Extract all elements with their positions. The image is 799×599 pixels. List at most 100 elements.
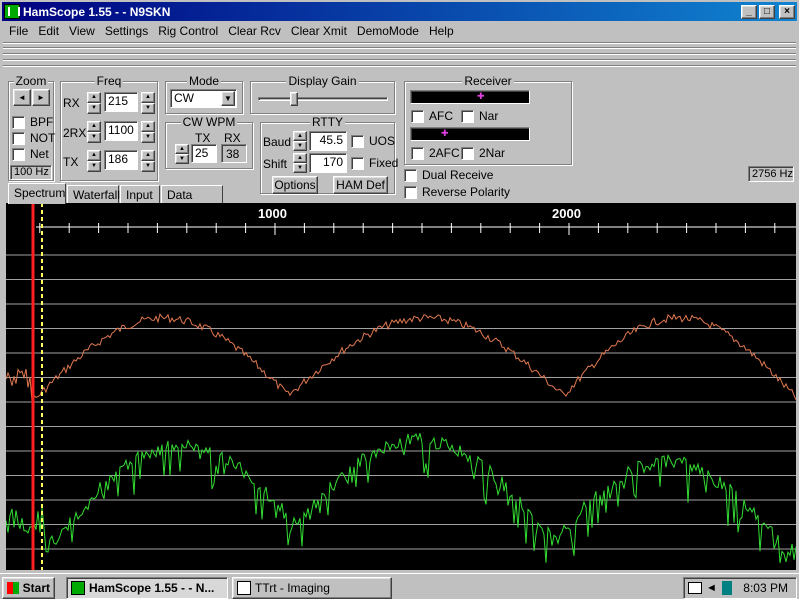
menu-help[interactable]: Help	[424, 23, 459, 41]
tx-freq-input[interactable]: 186	[104, 150, 138, 170]
menu-rig-control[interactable]: Rig Control	[153, 23, 223, 41]
dual-receive-checkbox[interactable]: Dual Receive	[404, 168, 493, 182]
gain-slider-track	[258, 97, 388, 101]
cw-rx-label: RX	[224, 131, 241, 145]
taskbar: Start HamScope 1.55 - - N... TTrt - Imag…	[0, 573, 799, 599]
frequency-scale	[36, 223, 796, 235]
tick-label-1000: 1000	[258, 206, 287, 221]
rx-spinner-right[interactable]: ▲ ▼	[141, 92, 155, 114]
rtty-label: RTTY	[309, 115, 346, 129]
tab-input[interactable]: Input	[120, 185, 160, 203]
tuning-marker-icon: ✚	[477, 91, 485, 101]
uos-checkbox[interactable]: UOS	[351, 134, 395, 148]
spectrum-trace-receiver2	[6, 432, 796, 564]
divider	[3, 59, 796, 61]
maximize-button[interactable]: □	[759, 4, 775, 19]
menu-clear-xmit[interactable]: Clear Xmit	[286, 23, 352, 41]
zoom-value: 100 Hz	[10, 165, 52, 180]
bpf-checkbox[interactable]: BPF	[12, 115, 53, 129]
menu-bar: File Edit View Settings Rig Control Clea…	[4, 23, 459, 41]
baud-input[interactable]: 45.5	[309, 131, 347, 151]
close-button[interactable]: ×	[779, 4, 795, 19]
afc-checkbox[interactable]: AFC	[411, 109, 453, 123]
rx-freq-input[interactable]: 215	[104, 92, 138, 112]
nar2-checkbox[interactable]: 2Nar	[461, 146, 505, 160]
tab-waterfall[interactable]: Waterfall	[67, 185, 120, 203]
not-checkbox[interactable]: NOT	[12, 131, 55, 145]
shift-label: Shift	[263, 157, 288, 171]
zoom-in-button[interactable]: ►	[32, 89, 50, 106]
freq-label: Freq	[94, 74, 124, 88]
menu-view[interactable]: View	[64, 23, 100, 41]
divider	[3, 53, 796, 55]
menu-settings[interactable]: Settings	[100, 23, 153, 41]
window-title: HamScope 1.55 - - N9SKN	[23, 4, 171, 19]
rx2-label: 2RX	[63, 126, 87, 140]
signal-icon[interactable]	[722, 581, 732, 595]
cw-tx-label: TX	[195, 131, 211, 145]
spectrum-trace-receiver1	[6, 312, 796, 402]
frequency-readout: 2756 Hz	[748, 166, 794, 182]
minimize-button[interactable]: _	[741, 4, 757, 19]
reverse-polarity-checkbox[interactable]: Reverse Polarity	[404, 185, 510, 199]
fixed-checkbox[interactable]: Fixed	[351, 156, 398, 170]
system-tray: ◄ 8:03 PM	[683, 577, 797, 599]
imaging-icon	[237, 581, 251, 595]
divider	[3, 65, 796, 67]
cw-rx-value: 38	[221, 144, 247, 163]
tuning-marker-icon: ✚	[441, 128, 449, 138]
rx2-spinner-left[interactable]: ▲ ▼	[87, 121, 101, 143]
hamscope-icon	[71, 581, 85, 595]
tx-spinner-left[interactable]: ▲ ▼	[87, 150, 101, 172]
volume-icon[interactable]: ◄	[706, 582, 717, 594]
display-gain-label: Display Gain	[286, 74, 359, 88]
tx-label: TX	[63, 155, 79, 169]
rx2-spinner-right[interactable]: ▲ ▼	[141, 121, 155, 143]
mode-label: Mode	[186, 74, 222, 88]
menu-demo-mode[interactable]: DemoMode	[352, 23, 424, 41]
menu-edit[interactable]: Edit	[33, 23, 64, 41]
net-checkbox[interactable]: Net	[12, 147, 49, 161]
receiver1-tuning-bar[interactable]: ✚	[410, 90, 530, 104]
clock: 8:03 PM	[743, 581, 788, 595]
ham-def-button[interactable]: HAM Def	[333, 176, 388, 194]
nar-checkbox[interactable]: Nar	[461, 109, 498, 123]
shift-spinner[interactable]: ▲ ▼	[293, 153, 307, 173]
baud-spinner[interactable]: ▲ ▼	[293, 131, 307, 151]
network-icon[interactable]	[688, 582, 702, 594]
cw-tx-input[interactable]: 25	[191, 144, 217, 163]
afc2-checkbox[interactable]: 2AFC	[411, 146, 460, 160]
rx-label: RX	[63, 96, 80, 110]
start-button[interactable]: Start	[2, 577, 55, 599]
receiver-label: Receiver	[462, 74, 514, 88]
baud-label: Baud	[263, 135, 292, 149]
tick-label-2000: 2000	[552, 206, 581, 221]
zoom-label: Zoom	[13, 74, 49, 88]
tx-spinner-right[interactable]: ▲ ▼	[141, 150, 155, 172]
gain-slider-thumb[interactable]	[290, 92, 298, 106]
mode-select[interactable]: CW ▼	[170, 89, 237, 108]
cw-tx-spinner[interactable]: ▲ ▼	[175, 144, 189, 164]
options-button[interactable]: Options	[272, 176, 318, 194]
title-bar: HamScope 1.55 - - N9SKN _ □ ×	[2, 2, 797, 21]
receiver2-tuning-bar[interactable]: ✚	[410, 127, 530, 141]
chevron-down-icon[interactable]: ▼	[221, 91, 235, 106]
rx-spinner-left[interactable]: ▲ ▼	[87, 92, 101, 114]
shift-input[interactable]: 170	[309, 153, 347, 173]
tab-spectrum[interactable]: Spectrum	[8, 183, 66, 204]
divider	[3, 42, 796, 44]
zoom-out-button[interactable]: ◄	[13, 89, 31, 106]
rx2-freq-input[interactable]: 1100	[104, 121, 138, 141]
menu-clear-rcv[interactable]: Clear Rcv	[223, 23, 286, 41]
menu-file[interactable]: File	[4, 23, 33, 41]
taskbar-item-hamscope[interactable]: HamScope 1.55 - - N...	[66, 577, 228, 599]
divider	[3, 47, 796, 49]
mode-value: CW	[174, 91, 194, 105]
cw-wpm-label: CW WPM	[180, 115, 238, 129]
taskbar-item-imaging[interactable]: TTrt - Imaging	[232, 577, 392, 599]
tab-data-sync[interactable]: Data Sync	[161, 185, 223, 216]
grid-lines	[6, 254, 796, 550]
app-icon[interactable]	[4, 4, 20, 19]
spectrum-display[interactable]: 1000 2000	[6, 203, 796, 570]
windows-logo-icon	[7, 582, 19, 594]
